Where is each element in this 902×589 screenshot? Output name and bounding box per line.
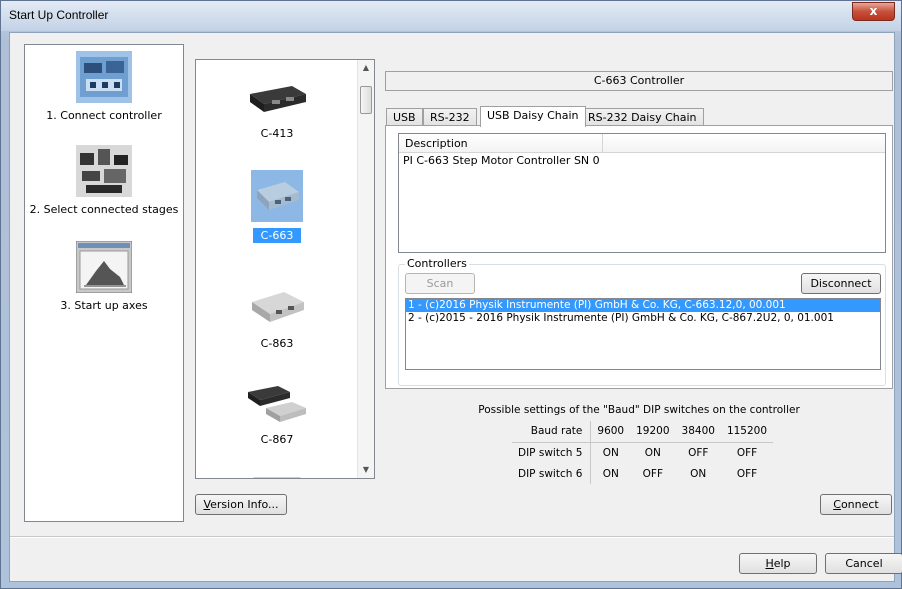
step-label: 2. Select connected stages: [29, 203, 179, 216]
description-header: Description: [399, 134, 885, 153]
device-name: C-867: [260, 433, 294, 446]
table-cell: ON: [690, 467, 707, 480]
scroll-down-arrow-icon[interactable]: ▼: [358, 462, 374, 478]
table-cell: ON: [644, 446, 661, 459]
device-c-867-image: [242, 378, 312, 426]
disconnect-button[interactable]: Disconnect: [801, 273, 881, 294]
table-cell: DIP switch 5: [512, 442, 592, 463]
device-list-scrollbar[interactable]: ▲ ▼: [357, 60, 374, 478]
scroll-up-arrow-icon[interactable]: ▲: [358, 60, 374, 76]
table-cell: OFF: [688, 446, 709, 459]
controllers-group-label: Controllers: [405, 257, 469, 270]
step-label: 3. Start up axes: [60, 299, 148, 312]
controller-photo-icon: [76, 51, 132, 103]
device-name: C-863: [260, 337, 294, 350]
button-label: elp: [773, 557, 791, 570]
table-cell: Baud rate: [512, 421, 592, 443]
plot-window-icon: [75, 240, 133, 294]
baud-caption: Possible settings of the "Baud" DIP swit…: [478, 404, 800, 416]
button-label: onnect: [840, 498, 879, 511]
tab-usb-daisy-chain[interactable]: USB Daisy Chain: [480, 106, 586, 127]
table-cell: ON: [602, 467, 619, 480]
table-cell: ON: [602, 446, 619, 459]
table-cell: 19200: [630, 421, 676, 443]
version-info-button[interactable]: Version Info...: [195, 494, 287, 515]
device-partial-image: [242, 470, 312, 478]
table-cell: OFF: [736, 446, 758, 459]
window-title: Start Up Controller: [9, 8, 109, 22]
device-item-c-863[interactable]: C-863: [196, 282, 358, 351]
device-name: C-413: [260, 127, 294, 140]
table-cell: 38400: [675, 421, 721, 443]
stages-photo-icon: [76, 145, 132, 197]
tab-rs-232[interactable]: RS-232: [423, 108, 477, 126]
footer-divider: [10, 536, 894, 538]
controllers-group: Controllers Scan Disconnect 1 - (c)2016 …: [398, 257, 886, 386]
dialog-client-area: 1. Connect controller 2. Select connecte…: [9, 32, 902, 582]
table-row: DIP switch 6 ON OFF ON OFF: [512, 463, 773, 484]
table-cell: OFF: [642, 467, 663, 480]
step-select-stages[interactable]: 2. Select connected stages: [25, 145, 183, 216]
device-c-413-image: [242, 72, 312, 120]
list-item[interactable]: PI C-663 Step Motor Controller SN 0: [399, 153, 885, 168]
table-cell: DIP switch 6: [512, 463, 592, 484]
start-up-controller-window: Start Up Controller x 1. Connect control…: [0, 0, 902, 589]
cancel-button[interactable]: Cancel: [825, 553, 902, 574]
table-cell: OFF: [736, 467, 758, 480]
device-item-c-663[interactable]: C-663: [196, 170, 358, 243]
device-c-663-image: [251, 170, 303, 222]
device-item-c-867[interactable]: C-867: [196, 378, 358, 447]
baud-dip-table: Baud rate 9600 19200 38400 115200 DIP sw…: [512, 421, 774, 484]
list-item[interactable]: 1 - (c)2016 Physik Instrumente (PI) GmbH…: [406, 299, 880, 312]
controller-title: C-663 Controller: [385, 71, 893, 91]
table-cell: 115200: [720, 421, 774, 443]
tab-rs-232-daisy-chain[interactable]: RS-232 Daisy Chain: [581, 108, 704, 126]
steps-panel: 1. Connect controller 2. Select connecte…: [24, 44, 184, 522]
scan-button[interactable]: Scan: [405, 273, 475, 294]
description-list[interactable]: Description PI C-663 Step Motor Controll…: [398, 133, 886, 253]
description-column-header[interactable]: Description: [399, 134, 603, 153]
connect-button[interactable]: Connect: [820, 494, 892, 515]
step-connect-controller[interactable]: 1. Connect controller: [25, 51, 183, 122]
title-bar[interactable]: Start Up Controller x: [1, 1, 901, 31]
controllers-list[interactable]: 1 - (c)2016 Physik Instrumente (PI) GmbH…: [405, 298, 881, 370]
usb-daisy-chain-panel: Description PI C-663 Step Motor Controll…: [385, 125, 893, 389]
controller-model-list[interactable]: C-413 C-663 C-863 C-867 ▲ ▼: [195, 59, 375, 479]
table-cell: 9600: [590, 421, 631, 443]
help-button[interactable]: Help: [739, 553, 817, 574]
device-item-c-413[interactable]: C-413: [196, 72, 358, 141]
device-name: C-663: [252, 228, 302, 243]
tab-usb[interactable]: USB: [386, 108, 423, 126]
step-label: 1. Connect controller: [46, 109, 162, 122]
table-row: Baud rate 9600 19200 38400 115200: [512, 421, 774, 443]
table-row: DIP switch 5 ON ON OFF OFF: [512, 442, 773, 463]
device-item-partial[interactable]: [196, 470, 358, 478]
close-button[interactable]: x: [852, 2, 895, 21]
mnemonic: C: [833, 498, 841, 511]
step-start-up-axes[interactable]: 3. Start up axes: [25, 240, 183, 312]
device-c-863-image: [242, 282, 312, 330]
list-item[interactable]: 2 - (c)2015 - 2016 Physik Instrumente (P…: [406, 312, 880, 325]
button-label: ersion Info...: [210, 498, 279, 511]
mnemonic: H: [765, 557, 774, 570]
scroll-thumb[interactable]: [360, 86, 372, 114]
